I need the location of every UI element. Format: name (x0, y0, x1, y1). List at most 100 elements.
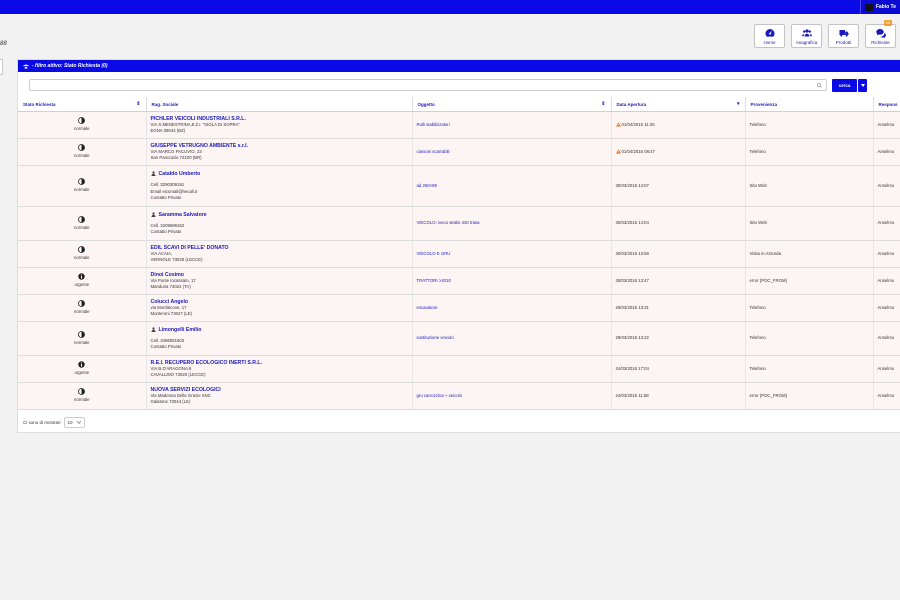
open-date: 30/03/2016 14:07 (615, 182, 649, 188)
table-row[interactable]: urgente R.E.I. RECUPERO ECOLOGICO INERTI … (18, 355, 900, 383)
page-size-select[interactable]: 10 (63, 417, 85, 428)
subject-link[interactable]: VEICOLO E GRU (417, 251, 451, 256)
cell-responsabile: Anselmo (873, 355, 900, 383)
notification-badge: 98 (883, 20, 892, 26)
person-icon (151, 327, 155, 333)
subject-link[interactable]: gru carrozzina + veicolo (417, 393, 463, 398)
status-label: urgente (74, 282, 90, 288)
owner-text: Anselmo (877, 392, 895, 398)
cell-rag-sociale: NUOVA SERVIZI ECOLOGICI Via Madonna Delle… (146, 382, 413, 410)
cell-oggetto (412, 355, 612, 383)
cell-responsabile: Anselmo (873, 138, 900, 166)
subject-link[interactable]: ad 260×89 (417, 183, 437, 188)
cell-provenienza: Telefono (745, 294, 874, 322)
subject-link[interactable]: escavatore (417, 305, 438, 310)
table-row[interactable]: normale Colucci Angelo via Monfalcone, 17 M… (18, 294, 900, 322)
table-row[interactable]: urgente Dinoi Cosimo Via Ponte Incassato, … (18, 267, 900, 295)
column-header-stato[interactable]: Stato Richiesta ⇕ (18, 97, 147, 112)
table-row[interactable]: normale NUOVA SERVIZI ECOLOGICI Via Madonn… (18, 382, 900, 410)
nav-home-button[interactable]: Home (754, 24, 785, 48)
half-circle-icon (78, 215, 86, 223)
cell-stato: urgente (18, 355, 147, 383)
owner-text: Anselmo (877, 335, 895, 341)
cell-rag-sociale: R.E.I. RECUPERO ECOLOGICO INERTI S.R.L. V… (146, 355, 413, 383)
client-name-link[interactable]: Saramma Salvatore (159, 212, 207, 218)
origin-text: Telefono (749, 365, 766, 371)
nav-anagrafica-button[interactable]: Anagrafica (791, 24, 822, 48)
sort-icon: ⇕ (136, 101, 141, 107)
cell-provenienza: Telefono (745, 111, 874, 139)
cell-data-apertura: 01/04/2016 08:47 (611, 138, 746, 166)
open-date: 29/03/2016 13:22 (615, 335, 649, 341)
subject-link[interactable]: Rulli stabilizzatori (417, 122, 450, 127)
status-label: normale (73, 339, 90, 345)
subject-link[interactable]: cassoni scarrabili (417, 149, 450, 154)
sidebar-toggle[interactable] (0, 59, 3, 75)
nav-label: Prodotti (835, 40, 852, 45)
table-row[interactable]: normale Cataldo Umberto Cell. 3290309191 Em… (18, 165, 900, 207)
search-input[interactable] (29, 79, 827, 91)
open-date: 24/03/2016 17:04 (615, 365, 649, 371)
client-name-link[interactable]: Limongelli Emilio (159, 327, 202, 333)
table-row[interactable]: normale Saramma Salvatore Cell. 3209699152… (18, 206, 900, 241)
open-date: 29/03/2016 13:31 (615, 304, 649, 310)
subject-link[interactable]: VEICOLO: iveco stralis 430 trasa (417, 220, 480, 225)
subject-link[interactable]: TRATTORI >2010 (417, 278, 451, 283)
half-circle-icon (78, 144, 86, 152)
table-row[interactable]: normale EDIL SCAVI DI PELLE' DONATO VIA AC… (18, 240, 900, 268)
open-date: 01/04/2016 08:47 (621, 148, 655, 154)
cell-provenienza: Telefono (745, 355, 874, 383)
chevron-down-icon (76, 421, 81, 424)
column-header-rag-sociale[interactable]: Rag. Sociale (146, 97, 413, 112)
cell-stato: normale (18, 138, 147, 166)
cell-rag-sociale: GIUSEPPE VETRUGNO AMBIENTE s.r.l. VIA MAR… (146, 138, 413, 166)
cell-data-apertura: 24/03/2016 17:04 (611, 355, 746, 383)
user-name: Fabio Te (875, 4, 896, 10)
search-bar: cerca (29, 79, 887, 92)
cell-data-apertura: 29/03/2016 13:31 (611, 294, 746, 322)
table-row[interactable]: normale Limongelli Emilio Cell. 3486051603… (18, 321, 900, 356)
cell-responsabile: Anselmo (873, 240, 900, 268)
cell-responsabile: Anselmo (873, 111, 900, 139)
status-label: normale (73, 187, 90, 193)
avatar (864, 3, 873, 11)
column-header-oggetto[interactable]: Oggetto ⇕ (412, 97, 612, 112)
nav-label: Richieste (871, 40, 890, 45)
client-name-link[interactable]: Cataldo Umberto (159, 171, 201, 177)
cell-stato: normale (18, 294, 147, 322)
status-label: normale (73, 309, 90, 315)
table-row[interactable]: normale PICHLER VEICOLI INDUSTRIALI S.R.L… (18, 111, 900, 139)
nav-richieste-button[interactable]: 98 Richieste (865, 20, 896, 48)
info-icon (78, 361, 85, 369)
subject-link[interactable]: sostituzione veicolo (417, 335, 454, 340)
status-label: normale (73, 153, 90, 159)
nav-prodotti-button[interactable]: Prodotti (828, 24, 859, 48)
search-options-dropdown[interactable] (858, 79, 867, 92)
cell-provenienza: Sito Web (745, 165, 874, 207)
nav-label: Anagrafica (795, 40, 818, 45)
column-header-provenienza[interactable]: Provenienza (745, 97, 874, 112)
address-line: Manduria 74024 (TA) (150, 284, 191, 290)
table-row[interactable]: normale GIUSEPPE VETRUGNO AMBIENTE s.r.l.… (18, 138, 900, 166)
cell-data-apertura: 30/03/2016 14:07 (611, 165, 746, 207)
search-button[interactable]: cerca (832, 79, 857, 92)
cell-responsabile: Anselmo (873, 294, 900, 322)
panel-header: - filtro attivo: Stato Richiesta (0) (18, 60, 900, 72)
user-menu[interactable]: Fabio Te (859, 0, 900, 14)
cell-data-apertura: 30/03/2016 13:47 (611, 267, 746, 295)
owner-text: Anselmo (877, 250, 895, 256)
sort-icon: ⇕ (601, 101, 606, 107)
address-line: EGNA 39044 (BZ) (150, 128, 186, 134)
owner-text: Anselmo (877, 220, 895, 226)
cell-stato: normale (18, 111, 147, 139)
status-label: normale (73, 397, 90, 403)
column-header-data-apertura[interactable]: Data Apertura ▾ (611, 97, 746, 112)
cell-provenienza: Visita in Azienda (745, 240, 874, 268)
column-header-responsabile[interactable]: Respons (873, 97, 900, 112)
cell-oggetto: TRATTORI >2010 (412, 267, 612, 295)
cell-data-apertura: 01/04/2016 11:25 (611, 111, 746, 139)
status-label: normale (73, 224, 90, 230)
address-line: Galatone 73044 (LE) (150, 399, 191, 405)
cell-oggetto: ad 260×89 (412, 165, 612, 207)
owner-text: Anselmo (877, 182, 895, 188)
